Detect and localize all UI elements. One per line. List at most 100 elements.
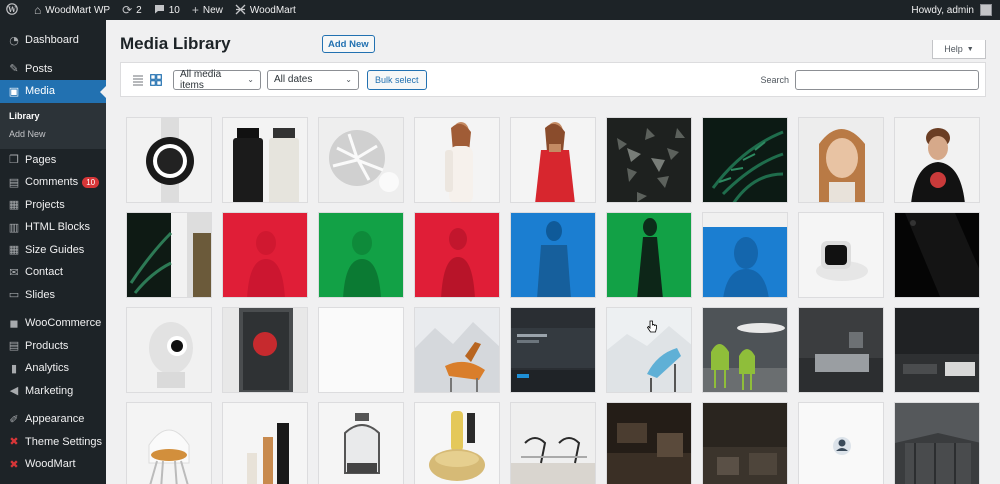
help-label: Help <box>944 44 963 54</box>
media-tile[interactable] <box>318 307 404 393</box>
media-tile[interactable] <box>798 402 884 484</box>
bulk-select-button[interactable]: Bulk select <box>367 69 427 90</box>
sidebar-item-label: HTML Blocks <box>25 221 90 234</box>
media-tile[interactable] <box>702 307 788 393</box>
wordpress-logo-icon: W <box>6 3 18 17</box>
media-tile[interactable] <box>222 212 308 298</box>
updates-item[interactable]: ⟳ 2 <box>116 0 148 20</box>
help-tab-button[interactable]: Help ▼ <box>932 40 986 59</box>
media-tile[interactable] <box>414 212 500 298</box>
media-tile[interactable] <box>222 402 308 484</box>
grid-view-icon[interactable] <box>149 73 163 87</box>
caret-down-icon: ▼ <box>966 45 974 53</box>
media-tile[interactable] <box>414 402 500 484</box>
comment-bubble-icon <box>154 4 165 16</box>
media-type-filter[interactable]: All media items ⌄ <box>173 68 261 91</box>
media-tile[interactable] <box>606 212 692 298</box>
account-menu[interactable]: Howdy, admin <box>911 4 1000 16</box>
media-tile[interactable] <box>894 212 980 298</box>
sidebar-item-contact[interactable]: ✉ Contact <box>0 261 106 284</box>
media-tile[interactable] <box>510 117 596 203</box>
media-tile[interactable] <box>798 307 884 393</box>
submenu-item-add-new[interactable]: Add New <box>0 125 106 143</box>
media-thumbnail <box>511 308 595 392</box>
media-tile[interactable] <box>702 212 788 298</box>
media-tile[interactable] <box>894 117 980 203</box>
media-thumbnail <box>319 308 403 392</box>
sidebar-item-analytics[interactable]: ▮ Analytics <box>0 357 106 380</box>
sidebar-item-marketing[interactable]: ◀ Marketing <box>0 380 106 403</box>
sidebar-item-woocommerce[interactable]: ◼ WooCommerce <box>0 312 106 335</box>
media-thumbnail <box>319 403 403 484</box>
woodmart-icon: ✖ <box>9 435 19 449</box>
media-thumbnail <box>415 308 499 392</box>
comments-count: 10 <box>168 4 180 16</box>
media-thumbnail <box>511 118 595 202</box>
sidebar-item-woodmart[interactable]: ✖ WoodMart <box>0 453 106 476</box>
site-name-item[interactable]: ⌂ WoodMart WP <box>28 0 116 20</box>
media-tile[interactable] <box>894 307 980 393</box>
sidebar-item-posts[interactable]: ✎ Posts <box>0 58 106 81</box>
add-new-button[interactable]: Add New <box>322 35 375 53</box>
media-tile[interactable] <box>318 212 404 298</box>
table-icon: ▦ <box>8 243 20 257</box>
media-tile[interactable] <box>702 402 788 484</box>
media-tile[interactable] <box>798 212 884 298</box>
media-tile[interactable] <box>606 117 692 203</box>
media-tile[interactable] <box>510 212 596 298</box>
sidebar-item-label: Comments <box>25 176 79 189</box>
media-tile[interactable] <box>414 117 500 203</box>
media-thumbnail <box>895 213 979 297</box>
media-tile[interactable] <box>126 307 212 393</box>
media-tile[interactable] <box>510 307 596 393</box>
sidebar-item-dashboard[interactable]: ◔ Dashboard <box>0 29 106 52</box>
media-tile[interactable] <box>222 307 308 393</box>
media-tile[interactable] <box>318 117 404 203</box>
media-tile[interactable] <box>126 212 212 298</box>
submenu-item-library[interactable]: Library <box>0 107 106 125</box>
date-value: All dates <box>274 74 313 85</box>
woodmart-item[interactable]: WoodMart <box>229 0 302 20</box>
sidebar-item-pages[interactable]: ❐ Pages <box>0 149 106 172</box>
media-thumbnail <box>607 213 691 297</box>
sidebar-item-appearance[interactable]: ✐ Appearance <box>0 408 106 431</box>
comments-item[interactable]: 10 <box>148 0 186 20</box>
new-label: New <box>202 4 223 16</box>
media-tile[interactable] <box>606 307 692 393</box>
media-thumbnail <box>223 308 307 392</box>
list-view-icon[interactable] <box>131 73 145 87</box>
avatar <box>980 4 992 16</box>
sidebar-item-media[interactable]: ▣ Media <box>0 80 106 103</box>
sidebar-item-comments[interactable]: ▤ Comments 10 <box>0 171 106 194</box>
sidebar-item-label: Pages <box>25 153 57 166</box>
media-tile[interactable] <box>702 117 788 203</box>
media-tile[interactable] <box>318 402 404 484</box>
media-tile[interactable] <box>414 307 500 393</box>
media-thumbnail <box>607 308 691 392</box>
sidebar-item-products[interactable]: ▤ Products <box>0 335 106 358</box>
admin-bar: W ⌂ WoodMart WP ⟳ 2 10 + New WoodMart Ho… <box>0 0 1000 20</box>
sidebar-item-projects[interactable]: ▦ Projects <box>0 194 106 217</box>
wordpress-logo-item[interactable]: W <box>0 0 28 20</box>
sidebar-item-theme-settings[interactable]: ✖ Theme Settings <box>0 431 106 454</box>
comments-icon: ▤ <box>8 175 20 189</box>
sidebar-item-html-blocks[interactable]: ▥ HTML Blocks <box>0 216 106 239</box>
date-filter[interactable]: All dates ⌄ <box>267 69 359 90</box>
media-thumbnail <box>127 308 211 392</box>
media-tile[interactable] <box>606 402 692 484</box>
sidebar-item-size-guides[interactable]: ▦ Size Guides <box>0 239 106 262</box>
media-thumbnail <box>799 118 883 202</box>
media-tile[interactable] <box>894 402 980 484</box>
media-tile[interactable] <box>222 117 308 203</box>
search-input[interactable] <box>795 69 979 90</box>
pages-icon: ❐ <box>9 153 19 167</box>
new-content-item[interactable]: + New <box>186 0 229 20</box>
search-label: Search <box>760 74 789 85</box>
media-type-value: All media items <box>180 68 222 91</box>
media-tile[interactable] <box>510 402 596 484</box>
svg-text:W: W <box>7 5 16 14</box>
media-tile[interactable] <box>126 402 212 484</box>
media-tile[interactable] <box>798 117 884 203</box>
sidebar-item-slides[interactable]: ▭ Slides <box>0 284 106 307</box>
media-tile[interactable] <box>126 117 212 203</box>
